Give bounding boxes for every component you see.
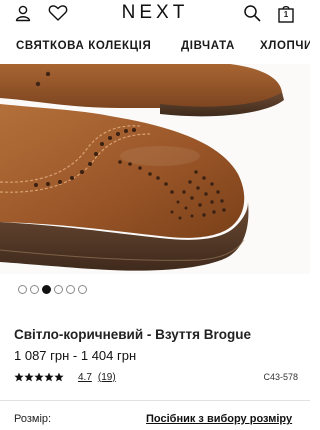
divider — [0, 400, 310, 401]
star-icon — [24, 372, 34, 382]
nav-item-boys[interactable]: ХЛОПЧИ — [260, 40, 310, 52]
review-count[interactable]: (19) — [98, 372, 116, 383]
gallery-dot-active[interactable] — [42, 285, 51, 294]
product-price: 1 087 грн - 1 404 грн — [14, 348, 137, 363]
gallery-dot[interactable] — [18, 285, 27, 294]
gallery-pagination — [18, 285, 87, 295]
site-header: NEXT 1 — [0, 0, 310, 28]
product-image[interactable] — [0, 64, 310, 274]
category-nav: СВЯТКОВА КОЛЕКЦІЯ ДІВЧАТА ХЛОПЧИ — [0, 38, 310, 58]
star-icon — [54, 372, 64, 382]
size-guide-link[interactable]: Посібник з вибору розміру — [146, 413, 292, 425]
bag-count: 1 — [283, 10, 289, 19]
product-rating[interactable]: 4.7 (19) — [14, 371, 116, 383]
nav-item-girls[interactable]: ДІВЧАТА — [181, 40, 235, 52]
rating-value[interactable]: 4.7 — [78, 372, 92, 383]
gallery-dot[interactable] — [30, 285, 39, 294]
size-label: Розмір: — [14, 413, 52, 425]
gallery-dot[interactable] — [78, 285, 87, 294]
nav-item-holiday-collection[interactable]: СВЯТКОВА КОЛЕКЦІЯ — [16, 40, 151, 52]
star-icon — [44, 372, 54, 382]
rating-stars — [14, 372, 64, 382]
product-code: C43-578 — [263, 372, 298, 382]
product-title: Світло-коричневий - Взуття Brogue — [14, 327, 252, 342]
star-icon — [34, 372, 44, 382]
bag-icon[interactable]: 1 — [276, 4, 296, 23]
search-icon[interactable] — [242, 4, 262, 22]
site-logo[interactable]: NEXT — [0, 2, 310, 24]
gallery-dot[interactable] — [66, 285, 75, 294]
gallery-dot[interactable] — [54, 285, 63, 294]
star-icon — [14, 372, 24, 382]
